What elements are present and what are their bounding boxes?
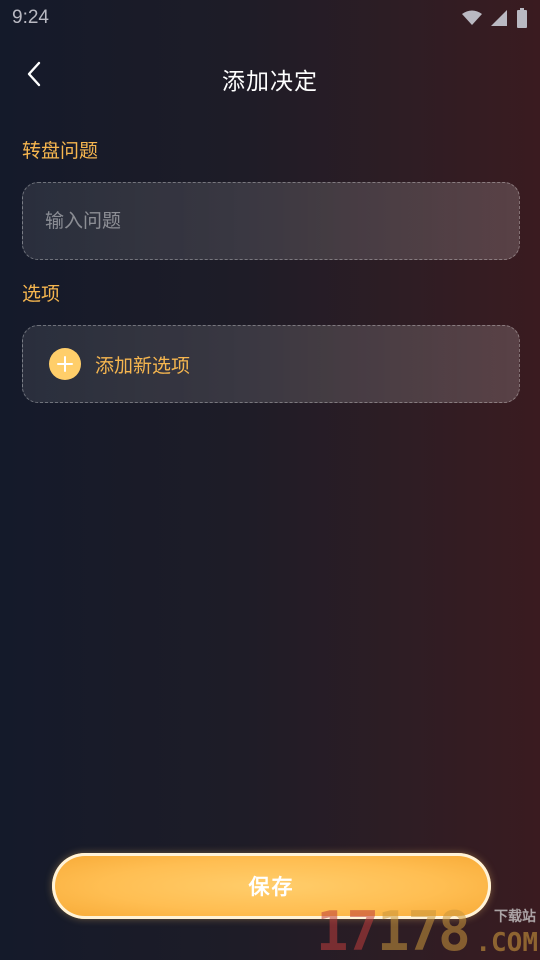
question-input[interactable]	[45, 210, 497, 232]
status-bar: 9:24	[0, 0, 540, 36]
chevron-left-icon	[26, 61, 42, 91]
status-icons	[462, 8, 528, 28]
plus-circle-icon	[49, 348, 81, 380]
battery-icon	[516, 8, 528, 28]
status-time: 9:24	[12, 7, 49, 28]
question-section-label: 转盘问题	[22, 140, 99, 162]
add-option-button[interactable]: 添加新选项	[22, 325, 520, 403]
page-title: 添加决定	[222, 69, 318, 95]
add-option-label: 添加新选项	[95, 354, 191, 377]
watermark-domain-text: .COM	[475, 928, 538, 958]
save-button-label: 保存	[248, 875, 295, 899]
back-button[interactable]	[18, 60, 50, 92]
watermark-top-text: 下载站	[494, 909, 536, 925]
question-field[interactable]	[22, 182, 520, 260]
signal-icon	[490, 9, 508, 27]
options-section-label: 选项	[22, 283, 61, 305]
watermark-logo: 17178 下载站 .COM	[316, 898, 540, 960]
header: 添加决定	[0, 52, 540, 106]
watermark-digits: 17178	[316, 900, 471, 960]
wifi-icon	[462, 10, 482, 26]
